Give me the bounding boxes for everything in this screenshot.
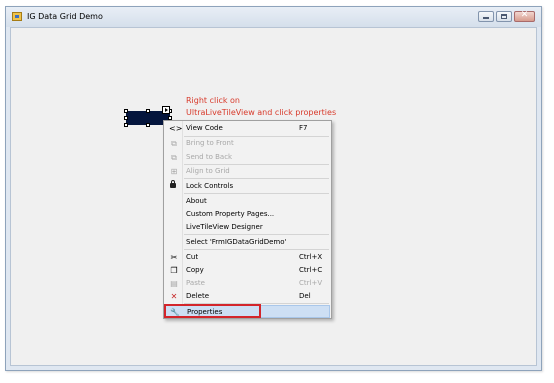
resize-handle[interactable] xyxy=(124,116,128,120)
smart-tag-icon[interactable] xyxy=(162,106,170,114)
menu-separator xyxy=(184,234,329,235)
lock-icon xyxy=(170,180,176,188)
instruction-annotation: Right click on UltraLiveTileView and cli… xyxy=(186,95,336,119)
menu-item-select-form[interactable]: Select 'FrmIGDataGridDemo' xyxy=(165,236,330,249)
send-to-back-icon: ⧉ xyxy=(171,153,177,162)
delete-x-icon: ✕ xyxy=(170,292,178,301)
menu-item-custom-property-pages[interactable]: Custom Property Pages... xyxy=(165,208,330,221)
minimize-button[interactable] xyxy=(478,11,494,22)
window-controls: ✕ xyxy=(478,10,535,22)
align-to-grid-icon: ⊞ xyxy=(170,167,178,176)
properties-highlight-box xyxy=(164,304,261,318)
menu-item-copy[interactable]: ❐ Copy Ctrl+C xyxy=(165,264,330,277)
menu-separator xyxy=(184,249,329,250)
menu-separator xyxy=(184,193,329,194)
window-title: IG Data Grid Demo xyxy=(27,12,103,21)
title-bar[interactable]: IG Data Grid Demo ✕ xyxy=(6,7,541,27)
bring-to-front-icon: ⧉ xyxy=(171,139,177,148)
menu-item-cut[interactable]: ✂ Cut Ctrl+X xyxy=(165,251,330,264)
scissors-icon: ✂ xyxy=(170,253,178,262)
close-button[interactable]: ✕ xyxy=(514,10,535,22)
menu-item-view-code[interactable]: <> View Code F7 xyxy=(165,122,330,135)
menu-item-align-to-grid[interactable]: ⊞ Align to Grid xyxy=(165,165,330,178)
copy-icon: ❐ xyxy=(170,266,178,275)
menu-item-delete[interactable]: ✕ Delete Del xyxy=(165,290,330,303)
resize-handle[interactable] xyxy=(146,109,150,113)
app-icon xyxy=(12,12,22,21)
close-icon: ✕ xyxy=(520,10,529,20)
resize-handle[interactable] xyxy=(146,123,150,127)
code-icon: <> xyxy=(169,124,183,133)
menu-item-paste[interactable]: ▤ Paste Ctrl+V xyxy=(165,277,330,290)
context-menu: <> View Code F7 ⧉ Bring to Front ⧉ Send … xyxy=(163,120,332,319)
annotation-line-1: Right click on xyxy=(186,96,240,105)
menu-item-bring-to-front[interactable]: ⧉ Bring to Front xyxy=(165,137,330,150)
menu-separator xyxy=(184,178,329,179)
resize-handle[interactable] xyxy=(124,123,128,127)
menu-item-lock-controls[interactable]: Lock Controls xyxy=(165,180,330,193)
maximize-icon xyxy=(501,14,507,19)
paste-icon: ▤ xyxy=(170,279,178,288)
resize-handle[interactable] xyxy=(124,109,128,113)
maximize-button[interactable] xyxy=(496,11,512,22)
annotation-line-2: UltraLiveTileView and click properties xyxy=(186,108,337,117)
menu-item-livetileview-designer[interactable]: LiveTileView Designer xyxy=(165,221,330,234)
menu-item-send-to-back[interactable]: ⧉ Send to Back xyxy=(165,151,330,164)
menu-item-about[interactable]: About xyxy=(165,195,330,208)
minimize-icon xyxy=(483,17,489,19)
